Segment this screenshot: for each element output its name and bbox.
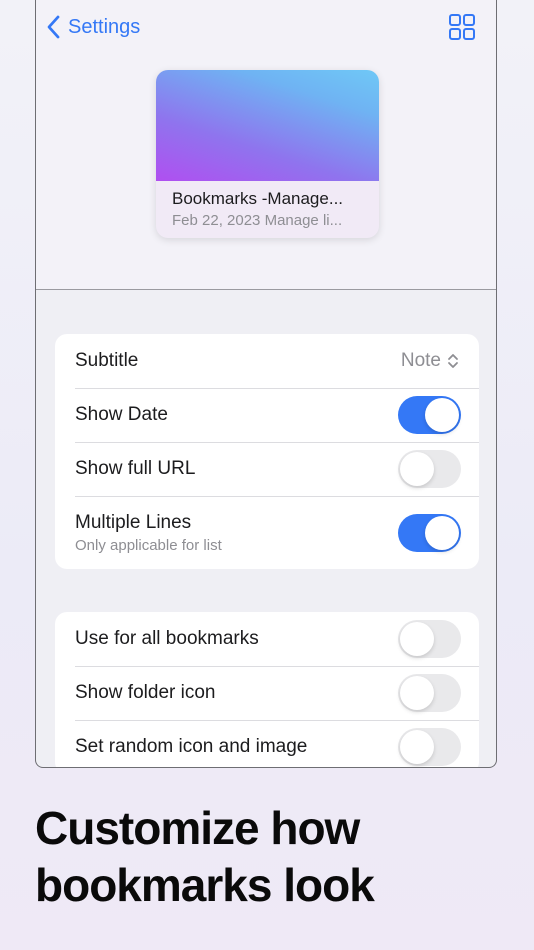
use-for-all-toggle[interactable] <box>398 620 461 658</box>
show-folder-icon-toggle[interactable] <box>398 674 461 712</box>
back-button[interactable]: Settings <box>46 12 140 42</box>
multiple-lines-label: Multiple Lines <box>75 511 192 533</box>
grid-icon <box>449 14 475 40</box>
multiple-lines-caption: Only applicable for list <box>75 536 222 554</box>
use-for-all-label: Use for all bookmarks <box>75 628 259 649</box>
preview-header: Settings Bookmarks -Manage... Feb 22, 20… <box>36 0 496 290</box>
show-full-url-label: Show full URL <box>75 458 196 479</box>
toggle-knob <box>400 452 434 486</box>
layout-grid-button[interactable] <box>449 14 475 40</box>
bookmark-preview-card: Bookmarks -Manage... Feb 22, 2023 Manage… <box>156 70 379 238</box>
toggle-knob <box>400 730 434 764</box>
phone-screen: Settings Bookmarks -Manage... Feb 22, 20… <box>35 0 497 768</box>
bookmark-settings-group: Use for all bookmarks Show folder icon S… <box>55 612 479 767</box>
random-icon-label: Set random icon and image <box>75 736 308 757</box>
promo-headline: Customize how bookmarks look <box>35 800 515 914</box>
show-folder-icon-label: Show folder icon <box>75 682 216 703</box>
show-date-label: Show Date <box>75 404 168 425</box>
show-full-url-row: Show full URL <box>55 442 479 496</box>
toggle-knob <box>400 676 434 710</box>
chevron-up-down-icon <box>448 354 458 368</box>
use-for-all-row: Use for all bookmarks <box>55 612 479 666</box>
bookmark-preview-subtitle: Feb 22, 2023 Manage li... <box>172 212 343 229</box>
multiple-lines-row: Multiple Lines Only applicable for list <box>55 496 479 569</box>
subtitle-label: Subtitle <box>75 350 139 371</box>
show-date-row: Show Date <box>55 388 479 442</box>
show-date-toggle[interactable] <box>398 396 461 434</box>
toggle-knob <box>425 515 459 550</box>
bookmark-preview-title: Bookmarks -Manage... <box>172 189 344 208</box>
show-full-url-toggle[interactable] <box>398 450 461 488</box>
headline-line-2: bookmarks look <box>35 859 375 911</box>
subtitle-value: Note <box>400 350 441 371</box>
display-settings-group: Subtitle Note Show Date Show full URL Mu… <box>55 334 479 569</box>
toggle-knob <box>425 398 459 432</box>
multiple-lines-toggle[interactable] <box>398 513 461 552</box>
bookmark-preview-image <box>156 70 379 181</box>
random-icon-toggle[interactable] <box>398 728 461 766</box>
back-label: Settings <box>68 15 141 38</box>
subtitle-select[interactable]: Note <box>401 334 459 388</box>
subtitle-row[interactable]: Subtitle Note <box>55 334 479 388</box>
chevron-left-icon <box>47 15 60 39</box>
random-icon-row: Set random icon and image <box>55 720 479 767</box>
toggle-knob <box>400 622 434 656</box>
headline-line-1: Customize how <box>35 802 360 854</box>
show-folder-icon-row: Show folder icon <box>55 666 479 720</box>
